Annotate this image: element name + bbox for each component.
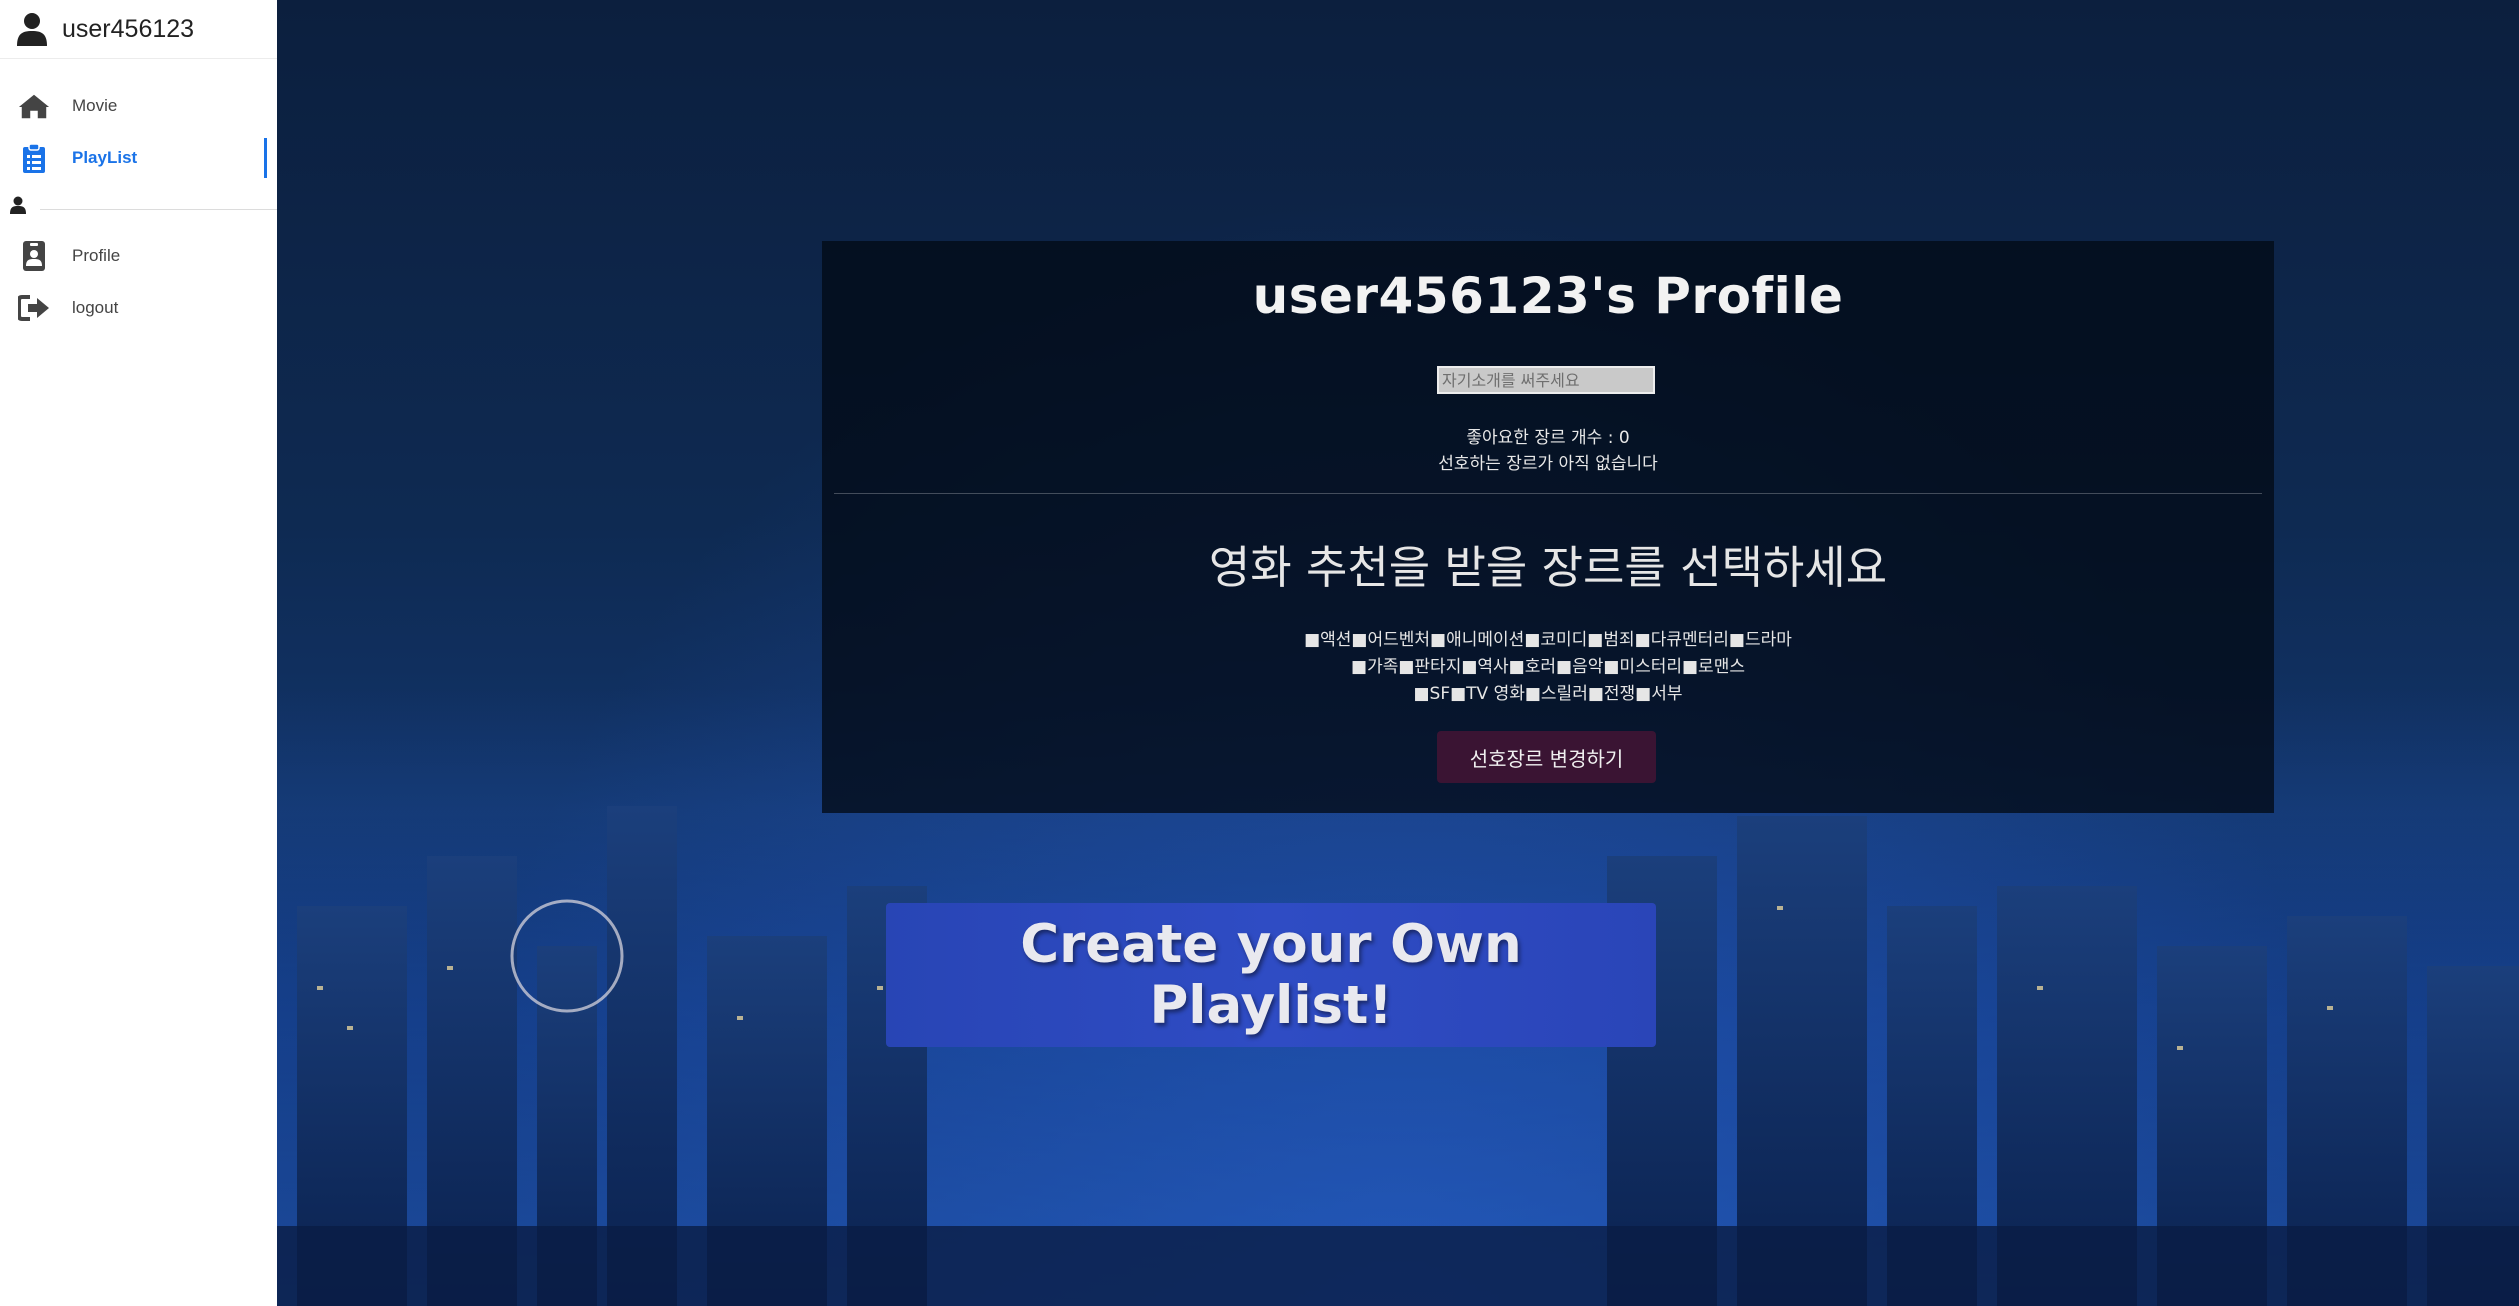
no-preference-message: 선호하는 장르가 아직 없습니다 (1438, 454, 1658, 474)
profile-panel: user456123's Profile 좋아요한 장르 개수 : 0 선호하는… (822, 241, 2274, 813)
section-divider (834, 493, 2262, 494)
change-preferred-genre-button[interactable]: 선호장르 변경하기 (1437, 731, 1656, 783)
genre-options-row[interactable]: ■SF■TV 영화■스릴러■전쟁■서부 (822, 679, 2274, 704)
sidebar-item-movie[interactable]: Movie (0, 80, 277, 132)
genre-options-row[interactable]: ■가족■판타지■역사■호러■음악■미스터리■로맨스 (822, 652, 2274, 677)
sidebar-item-playlist[interactable]: PlayList (0, 132, 277, 184)
sidebar-item-label: Profile (72, 246, 121, 265)
profile-title: user456123's Profile (1252, 267, 1844, 325)
genre-selection-heading: 영화 추천을 받을 장르를 선택하세요 (1208, 541, 1888, 594)
user-icon (16, 13, 48, 46)
create-playlist-button[interactable]: Create your Own Playlist! (886, 903, 1656, 1047)
username: user456123 (62, 14, 195, 43)
liked-genre-count: 좋아요한 장르 개수 : 0 (1466, 428, 1630, 448)
clipboard-list-icon (18, 142, 50, 174)
sidebar-item-label: Movie (72, 96, 118, 115)
sidebar-item-logout[interactable]: logout (0, 282, 277, 334)
main-content: user456123's Profile 좋아요한 장르 개수 : 0 선호하는… (277, 0, 2519, 1306)
sidebar: user456123 Movie PlayList Profile logout (0, 0, 278, 1306)
sidebar-item-label: logout (72, 298, 119, 317)
genre-options-row[interactable]: ■액션■어드벤처■애니메이션■코미디■범죄■다큐멘터리■드라마 (822, 625, 2274, 650)
sign-out-icon (18, 292, 50, 324)
account-section-divider (0, 184, 277, 230)
id-badge-icon (18, 240, 50, 272)
user-small-icon (10, 196, 26, 218)
sidebar-item-profile[interactable]: Profile (0, 230, 277, 282)
home-icon (18, 90, 50, 122)
self-introduction-input[interactable] (1437, 366, 1655, 394)
user-header: user456123 (0, 0, 277, 59)
sidebar-item-label: PlayList (72, 148, 138, 167)
